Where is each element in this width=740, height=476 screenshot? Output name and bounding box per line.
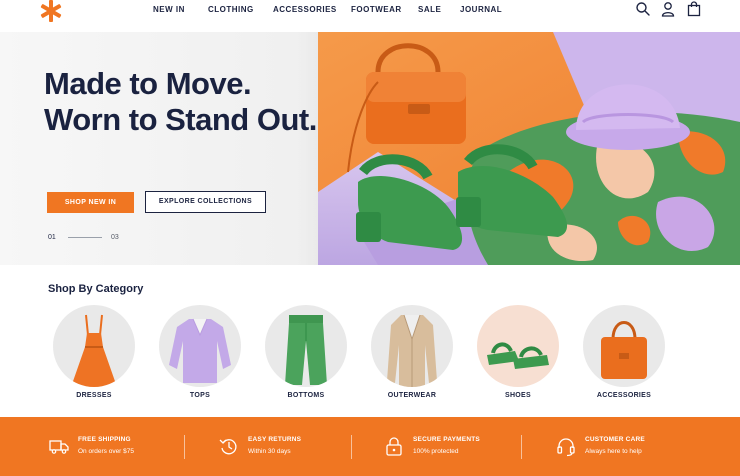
- shop-new-in-button[interactable]: SHOP NEW IN: [47, 192, 134, 213]
- category-label: BOTTOMS: [287, 392, 325, 399]
- slide-progress-line: [68, 237, 102, 238]
- top-navigation: NEW IN CLOTHING ACCESSORIES FOOTWEAR SAL…: [0, 0, 740, 32]
- feature-title: SECURE PAYMENTS: [413, 436, 480, 443]
- category-tops[interactable]: TOPS: [157, 305, 243, 405]
- category-section-title: Shop By Category: [48, 283, 144, 295]
- feature-title: CUSTOMER CARE: [585, 436, 645, 443]
- nav-links: NEW IN CLOTHING ACCESSORIES FOOTWEAR SAL…: [0, 0, 740, 20]
- search-icon[interactable]: [635, 1, 651, 17]
- category-bottoms[interactable]: BOTTOMS: [263, 305, 349, 405]
- category-label: OUTERWEAR: [387, 392, 437, 399]
- category-shoes[interactable]: SHOES: [475, 305, 561, 405]
- category-shoes-image: [477, 305, 559, 387]
- hero-product-photo: [318, 32, 740, 265]
- nav-link-footwear[interactable]: FOOTWEAR: [351, 5, 402, 14]
- pants-icon: [285, 315, 327, 385]
- top-icon: [169, 318, 231, 383]
- headset-icon: [557, 438, 575, 457]
- slide-total[interactable]: 03: [111, 234, 119, 241]
- feature-bar: FREE SHIPPING On orders over $75 EASY RE…: [0, 417, 740, 476]
- hero-title-line-2: Worn to Stand Out.: [44, 102, 317, 137]
- feature-subtitle: On orders over $75: [78, 448, 135, 455]
- hero-banner: Made to Move. Worn to Stand Out. SHOP NE…: [0, 32, 740, 265]
- hero-title-line-1: Made to Move.: [44, 66, 252, 101]
- category-tops-image: [159, 305, 241, 387]
- nav-link-new-in[interactable]: NEW IN: [153, 5, 185, 14]
- category-dresses[interactable]: DRESSES: [51, 305, 137, 405]
- category-accessories[interactable]: ACCESSORIES: [581, 305, 667, 405]
- feature-title: FREE SHIPPING: [78, 436, 131, 443]
- feature-subtitle: Always here to help: [585, 448, 642, 455]
- nav-link-clothing[interactable]: CLOTHING: [208, 5, 254, 14]
- feature-title: EASY RETURNS: [248, 436, 302, 443]
- user-icon[interactable]: [660, 1, 676, 17]
- category-accessories-image: [583, 305, 665, 387]
- nav-link-sale[interactable]: SALE: [418, 5, 441, 14]
- category-label: DRESSES: [76, 392, 112, 399]
- handbag-icon: [601, 321, 647, 379]
- feature-subtitle: 100% protected: [413, 448, 459, 455]
- category-label: SHOES: [504, 392, 531, 399]
- feature-divider: [351, 435, 352, 459]
- explore-collections-button[interactable]: EXPLORE COLLECTIONS: [145, 191, 266, 213]
- truck-icon: [49, 440, 69, 454]
- feature-divider: [521, 435, 522, 459]
- category-outerwear-image: [371, 305, 453, 387]
- feature-divider: [184, 435, 185, 459]
- return-icon: [219, 439, 237, 455]
- sandals-icon: [487, 342, 549, 369]
- category-dresses-image: [53, 305, 135, 387]
- dress-icon: [71, 314, 117, 387]
- nav-link-journal[interactable]: JOURNAL: [460, 5, 502, 14]
- hero-title: Made to Move. Worn to Stand Out.: [44, 66, 317, 138]
- category-label: TOPS: [189, 392, 211, 399]
- category-label: ACCESSORIES: [596, 392, 652, 399]
- slide-current[interactable]: 01: [48, 234, 56, 241]
- nav-link-accessories[interactable]: ACCESSORIES: [273, 5, 337, 14]
- coat-icon: [387, 314, 437, 387]
- shopping-bag-icon[interactable]: [686, 1, 702, 17]
- feature-subtitle: Within 30 days: [248, 448, 291, 455]
- lock-icon: [386, 437, 402, 456]
- category-outerwear[interactable]: OUTERWEAR: [369, 305, 455, 405]
- category-bottoms-image: [265, 305, 347, 387]
